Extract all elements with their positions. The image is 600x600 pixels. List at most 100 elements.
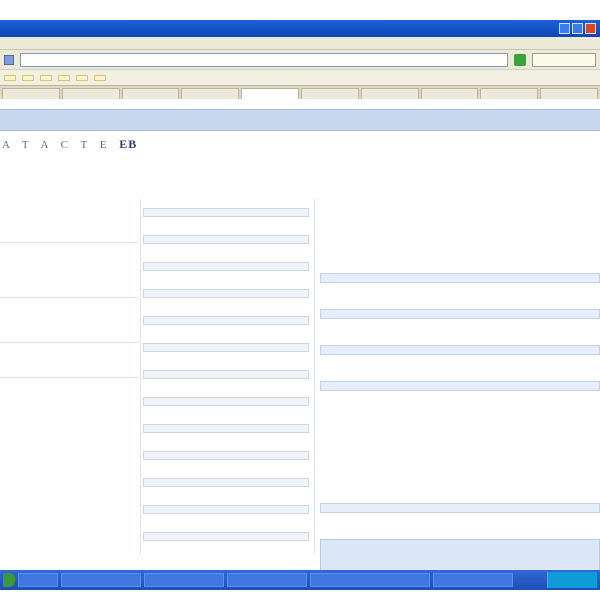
option-list — [320, 417, 600, 477]
link-chip[interactable] — [4, 74, 16, 81]
field-label — [320, 199, 600, 208]
field-value[interactable] — [143, 289, 309, 298]
tab[interactable] — [2, 88, 60, 99]
list-item[interactable] — [0, 194, 138, 204]
section-label — [320, 485, 600, 494]
field-value[interactable] — [143, 262, 309, 271]
field-value[interactable] — [143, 316, 309, 325]
middle-column — [143, 199, 309, 550]
link-chip[interactable] — [40, 74, 52, 81]
form-field — [143, 496, 309, 514]
taskbar-item[interactable] — [61, 573, 141, 587]
field-value[interactable] — [143, 208, 309, 217]
field-label — [143, 280, 309, 289]
list-item[interactable] — [334, 427, 600, 437]
list-item[interactable] — [334, 217, 600, 227]
page-icon — [4, 54, 14, 65]
list-item[interactable] — [0, 214, 138, 224]
tab[interactable] — [420, 88, 479, 99]
tab[interactable] — [181, 88, 240, 99]
tab[interactable] — [121, 88, 180, 99]
close-icon[interactable] — [585, 23, 596, 34]
list-item[interactable] — [0, 314, 138, 324]
start-icon[interactable] — [3, 573, 15, 587]
form-field — [143, 280, 309, 298]
select-field[interactable] — [320, 345, 600, 355]
field-label — [143, 415, 309, 424]
select-field[interactable] — [320, 503, 600, 513]
go-icon[interactable] — [514, 53, 526, 66]
column-divider — [140, 199, 141, 554]
field-label — [143, 307, 309, 316]
brand-name: EB — [119, 137, 138, 151]
form-field — [143, 415, 309, 433]
link-chip[interactable] — [94, 74, 106, 81]
form-field — [143, 199, 309, 217]
taskbar-item[interactable] — [227, 573, 307, 587]
search-box[interactable] — [532, 52, 596, 67]
field-label — [143, 442, 309, 451]
field-value[interactable] — [143, 424, 309, 433]
list-item[interactable] — [0, 404, 138, 414]
form-field — [143, 361, 309, 379]
list-item[interactable] — [0, 224, 138, 234]
list-item[interactable] — [334, 237, 600, 247]
field-value[interactable] — [143, 397, 309, 406]
tab[interactable] — [360, 88, 419, 99]
link-chip[interactable] — [58, 74, 70, 81]
select-field[interactable] — [320, 273, 600, 283]
tab[interactable] — [300, 88, 359, 99]
taskbar-item[interactable] — [144, 573, 224, 587]
list-item[interactable] — [0, 324, 138, 334]
field-value[interactable] — [143, 343, 309, 352]
link-chip[interactable] — [22, 74, 34, 81]
list-item[interactable] — [0, 349, 138, 359]
select-field[interactable] — [320, 381, 600, 391]
tab[interactable] — [241, 88, 299, 99]
taskbar-item[interactable] — [18, 573, 58, 587]
list-item[interactable] — [334, 227, 600, 237]
section-label — [320, 291, 600, 300]
link-chip[interactable] — [76, 74, 88, 81]
field-label — [320, 521, 600, 530]
section-label — [320, 255, 600, 264]
list-item[interactable] — [334, 457, 600, 467]
taskbar-item[interactable] — [310, 573, 430, 587]
field-value[interactable] — [143, 532, 309, 541]
list-item[interactable] — [334, 467, 600, 477]
tab[interactable] — [540, 88, 598, 99]
list-item[interactable] — [0, 269, 138, 279]
form-field — [143, 334, 309, 352]
list-item[interactable] — [0, 259, 138, 269]
list-item[interactable] — [0, 359, 138, 369]
field-label — [320, 291, 600, 300]
maximize-icon[interactable] — [572, 23, 583, 34]
list-item[interactable] — [0, 279, 138, 289]
field-value[interactable] — [143, 370, 309, 379]
list-item[interactable] — [0, 384, 138, 394]
tab[interactable] — [480, 88, 539, 99]
select-field[interactable] — [320, 309, 600, 319]
field-label — [143, 496, 309, 505]
list-item[interactable] — [334, 447, 600, 457]
list-item[interactable] — [0, 304, 138, 314]
form-field — [143, 226, 309, 244]
list-item[interactable] — [0, 394, 138, 404]
tab[interactable] — [61, 88, 120, 99]
url-input[interactable] — [20, 52, 508, 67]
form-field — [143, 388, 309, 406]
field-value[interactable] — [143, 478, 309, 487]
taskbar-item[interactable] — [433, 573, 513, 587]
list-item[interactable] — [334, 437, 600, 447]
field-value[interactable] — [143, 505, 309, 514]
section-label — [320, 399, 600, 408]
field-value[interactable] — [143, 235, 309, 244]
section-divider — [0, 297, 138, 298]
list-item[interactable] — [0, 204, 138, 214]
list-item[interactable] — [0, 249, 138, 259]
field-value[interactable] — [143, 451, 309, 460]
minimize-icon[interactable] — [559, 23, 570, 34]
list-item[interactable] — [334, 417, 600, 427]
address-bar — [0, 49, 600, 69]
brand-logo: A T A C T E EB — [2, 137, 137, 152]
